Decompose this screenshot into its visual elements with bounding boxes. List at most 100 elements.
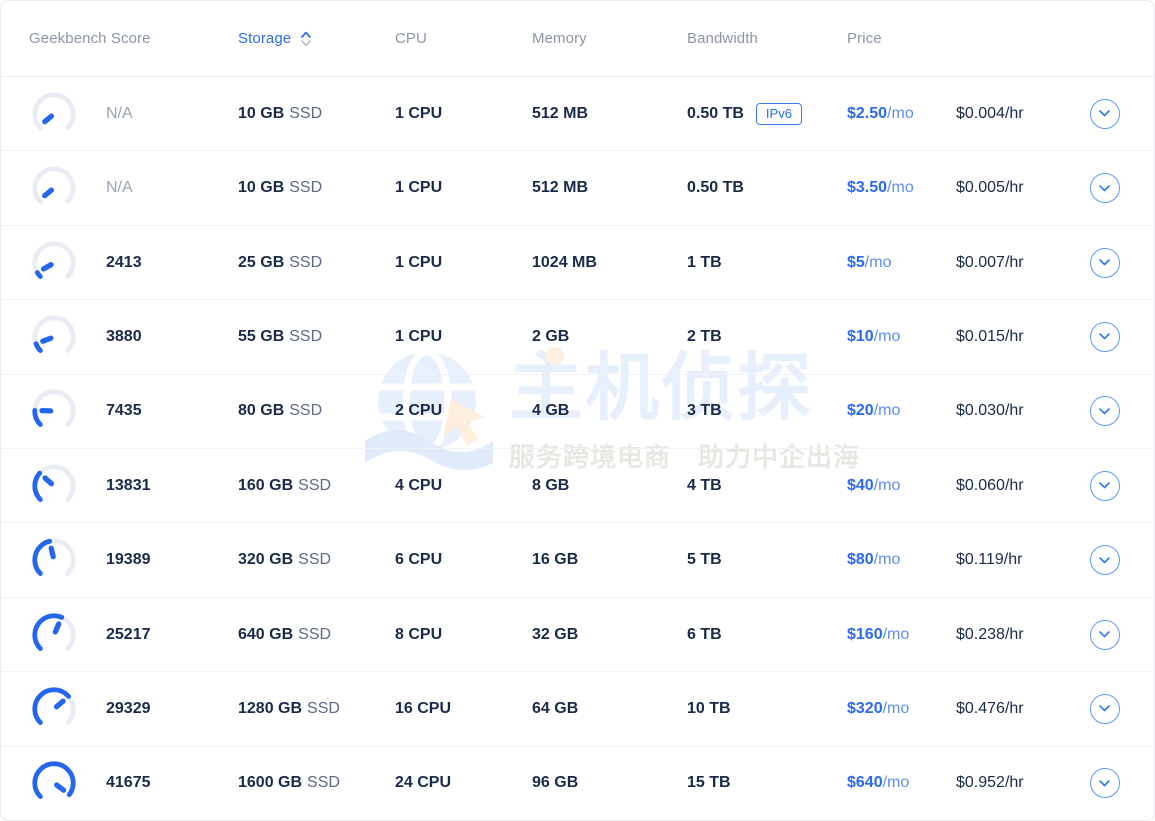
chevron-down-icon (1098, 184, 1111, 193)
price-hourly: $0.238/hr (956, 626, 1081, 644)
price-hourly: $0.030/hr (956, 402, 1081, 420)
bandwidth-value: 4 TB (687, 477, 722, 495)
expand-row-button[interactable] (1090, 99, 1120, 129)
memory-value: 1024 MB (532, 254, 687, 272)
storage-unit: SSD (298, 626, 331, 643)
storage-unit: SSD (298, 477, 331, 494)
storage-unit: SSD (289, 254, 322, 271)
memory-value: 16 GB (532, 551, 687, 569)
gauge-icon (29, 610, 79, 660)
gauge-icon (29, 758, 79, 808)
geekbench-score-value: 2413 (106, 254, 238, 272)
price-monthly-suffix: /mo (883, 700, 910, 717)
geekbench-score-value: 41675 (106, 774, 238, 792)
table-row: 2413 25 GBSSD 1 CPU 1024 MB 1 TB $5/mo $… (1, 225, 1154, 299)
price-monthly: $160 (847, 626, 883, 643)
memory-value: 32 GB (532, 626, 687, 644)
table-row: 13831 160 GBSSD 4 CPU 8 GB 4 TB $40/mo $… (1, 448, 1154, 522)
gauge-icon (29, 535, 79, 585)
price-hourly: $0.005/hr (956, 179, 1081, 197)
price-monthly: $40 (847, 477, 874, 494)
table-row: N/A 10 GBSSD 1 CPU 512 MB 0.50 TB $3.50/… (1, 150, 1154, 224)
memory-value: 8 GB (532, 477, 687, 495)
price-monthly: $640 (847, 774, 883, 791)
bandwidth-value: 1 TB (687, 254, 722, 272)
memory-value: 512 MB (532, 105, 687, 123)
bandwidth-value: 0.50 TB (687, 179, 744, 197)
table-row: 41675 1600 GBSSD 24 CPU 96 GB 15 TB $640… (1, 746, 1154, 820)
storage-unit: SSD (289, 179, 322, 196)
price-monthly: $5 (847, 254, 865, 271)
cpu-value: 1 CPU (395, 179, 532, 197)
gauge-icon (29, 684, 79, 734)
storage-value: 55 GB (238, 328, 284, 345)
gauge-icon (29, 163, 79, 213)
table-row: 29329 1280 GBSSD 16 CPU 64 GB 10 TB $320… (1, 671, 1154, 745)
storage-value: 1280 GB (238, 700, 302, 717)
price-monthly-suffix: /mo (883, 774, 910, 791)
memory-value: 4 GB (532, 402, 687, 420)
column-header-cpu: CPU (395, 30, 532, 47)
chevron-down-icon (1098, 481, 1111, 490)
price-monthly: $320 (847, 700, 883, 717)
price-monthly: $3.50 (847, 179, 887, 196)
cpu-value: 6 CPU (395, 551, 532, 569)
sort-icon[interactable] (300, 30, 312, 48)
storage-value: 10 GB (238, 179, 284, 196)
gauge-icon (29, 89, 79, 139)
price-monthly: $20 (847, 402, 874, 419)
price-monthly: $10 (847, 328, 874, 345)
storage-value: 160 GB (238, 477, 293, 494)
price-hourly: $0.015/hr (956, 328, 1081, 346)
cpu-value: 8 CPU (395, 626, 532, 644)
expand-row-button[interactable] (1090, 248, 1120, 278)
bandwidth-value: 15 TB (687, 774, 731, 792)
expand-row-button[interactable] (1090, 322, 1120, 352)
column-header-storage[interactable]: Storage (238, 30, 395, 48)
chevron-down-icon (1098, 630, 1111, 639)
ipv6-badge: IPv6 (756, 103, 802, 125)
bandwidth-value: 0.50 TB (687, 105, 744, 123)
chevron-down-icon (1098, 556, 1111, 565)
expand-row-button[interactable] (1090, 173, 1120, 203)
storage-unit: SSD (289, 105, 322, 122)
expand-row-button[interactable] (1090, 620, 1120, 650)
gauge-icon (29, 312, 79, 362)
expand-row-button[interactable] (1090, 396, 1120, 426)
expand-row-button[interactable] (1090, 694, 1120, 724)
memory-value: 96 GB (532, 774, 687, 792)
bandwidth-value: 2 TB (687, 328, 722, 346)
price-hourly: $0.952/hr (956, 774, 1081, 792)
chevron-down-icon (1098, 704, 1111, 713)
gauge-icon (29, 461, 79, 511)
geekbench-score-value: 13831 (106, 477, 238, 495)
price-monthly-suffix: /mo (887, 179, 914, 196)
cpu-value: 4 CPU (395, 477, 532, 495)
cpu-value: 1 CPU (395, 254, 532, 272)
table-row: 3880 55 GBSSD 1 CPU 2 GB 2 TB $10/mo $0.… (1, 299, 1154, 373)
table-body: N/A 10 GB SSD 1 CPU 512 MB 0.50 TB IPv6 $… (1, 77, 1154, 820)
storage-value: 80 GB (238, 402, 284, 419)
price-hourly: $0.004/hr (956, 105, 1081, 123)
expand-row-button[interactable] (1090, 768, 1120, 798)
gauge-icon (29, 386, 79, 436)
column-header-memory: Memory (532, 30, 687, 47)
storage-value: 25 GB (238, 254, 284, 271)
storage-unit: SSD (289, 402, 322, 419)
geekbench-score-value: N/A (106, 105, 238, 123)
bandwidth-value: 10 TB (687, 700, 731, 718)
bandwidth-value: 6 TB (687, 626, 722, 644)
price-hourly: $0.119/hr (956, 551, 1081, 569)
storage-unit: SSD (307, 774, 340, 791)
storage-value: 10 GB (238, 105, 284, 122)
cpu-value: 2 CPU (395, 402, 532, 420)
expand-row-button[interactable] (1090, 471, 1120, 501)
geekbench-score-value: N/A (106, 179, 238, 197)
geekbench-score-value: 29329 (106, 700, 238, 718)
price-monthly-suffix: /mo (887, 105, 914, 122)
memory-value: 2 GB (532, 328, 687, 346)
storage-unit: SSD (307, 700, 340, 717)
expand-row-button[interactable] (1090, 545, 1120, 575)
column-header-geekbench-score: Geekbench Score (29, 30, 238, 47)
price-monthly: $80 (847, 551, 874, 568)
